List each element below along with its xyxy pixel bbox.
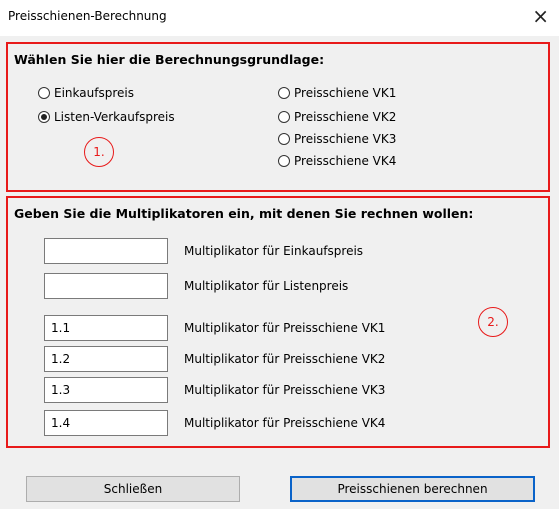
- radio-label: Preisschiene VK4: [294, 154, 397, 168]
- multiplier-listenpreis-label: Multiplikator für Listenpreis: [184, 279, 349, 293]
- radio-circle-icon: [38, 111, 50, 123]
- multiplier-group: Geben Sie die Multiplikatoren ein, mit d…: [6, 196, 550, 448]
- calculation-basis-group: Wählen Sie hier die Berechnungsgrundlage…: [6, 42, 550, 192]
- multiplier-vk2-label: Multiplikator für Preisschiene VK2: [184, 352, 386, 366]
- multiplier-heading: Geben Sie die Multiplikatoren ein, mit d…: [14, 206, 474, 221]
- title-bar: Preisschienen-Berechnung ×: [0, 0, 559, 36]
- radio-preisschiene-vk2[interactable]: Preisschiene VK2: [278, 108, 396, 126]
- multiplier-vk3-input[interactable]: [44, 377, 168, 403]
- radio-preisschiene-vk4[interactable]: Preisschiene VK4: [278, 152, 396, 170]
- radio-circle-icon: [278, 133, 290, 145]
- radio-label: Listen-Verkaufspreis: [54, 110, 175, 124]
- dialog-body: Wählen Sie hier die Berechnungsgrundlage…: [0, 36, 559, 509]
- step-2-badge: 2.: [478, 307, 508, 337]
- close-button[interactable]: Schließen: [26, 476, 240, 502]
- multiplier-vk3-label: Multiplikator für Preisschiene VK3: [184, 383, 386, 397]
- radio-einkaufspreis[interactable]: Einkaufspreis: [38, 84, 134, 102]
- radio-label: Preisschiene VK2: [294, 110, 397, 124]
- radio-listen-verkaufspreis[interactable]: Listen-Verkaufspreis: [38, 108, 175, 126]
- multiplier-vk1-input[interactable]: [44, 315, 168, 341]
- calculation-basis-heading: Wählen Sie hier die Berechnungsgrundlage…: [14, 52, 325, 67]
- multiplier-einkaufspreis-input[interactable]: [44, 238, 168, 264]
- radio-preisschiene-vk3[interactable]: Preisschiene VK3: [278, 130, 396, 148]
- radio-circle-icon: [278, 87, 290, 99]
- radio-label: Preisschiene VK3: [294, 132, 397, 146]
- step-1-badge: 1.: [84, 137, 114, 167]
- radio-circle-icon: [278, 111, 290, 123]
- radio-preisschiene-vk1[interactable]: Preisschiene VK1: [278, 84, 396, 102]
- radio-circle-icon: [38, 87, 50, 99]
- radio-label: Preisschiene VK1: [294, 86, 397, 100]
- multiplier-vk4-input[interactable]: [44, 410, 168, 436]
- window-title: Preisschienen-Berechnung: [8, 9, 167, 23]
- close-icon[interactable]: ×: [532, 5, 549, 27]
- radio-label: Einkaufspreis: [54, 86, 134, 100]
- multiplier-vk4-label: Multiplikator für Preisschiene VK4: [184, 416, 386, 430]
- multiplier-vk2-input[interactable]: [44, 346, 168, 372]
- multiplier-vk1-label: Multiplikator für Preisschiene VK1: [184, 321, 386, 335]
- calculate-price-rails-button[interactable]: Preisschienen berechnen: [290, 476, 535, 502]
- multiplier-einkaufspreis-label: Multiplikator für Einkaufspreis: [184, 244, 364, 258]
- multiplier-listenpreis-input[interactable]: [44, 273, 168, 299]
- radio-circle-icon: [278, 155, 290, 167]
